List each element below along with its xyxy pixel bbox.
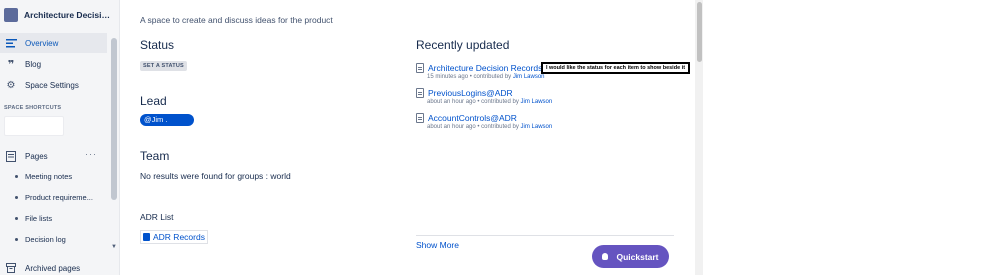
- divider: [416, 235, 674, 236]
- scroll-down-arrow-icon[interactable]: ▼: [111, 244, 117, 250]
- sidebar-item-overview[interactable]: Overview: [0, 33, 107, 53]
- recent-item-meta: about an hour ago • contributed by Jim L…: [427, 124, 696, 130]
- space-shortcuts-label: SPACE SHORTCUTS: [4, 105, 62, 111]
- user-mention[interactable]: @Jim .: [140, 114, 194, 126]
- pages-icon: [5, 150, 17, 162]
- recent-item-link[interactable]: AccountControls@ADR: [416, 113, 696, 123]
- show-more-link[interactable]: Show More: [416, 240, 459, 250]
- archive-icon: [5, 262, 17, 274]
- sidebar-scrollbar-thumb[interactable]: [111, 38, 117, 200]
- adr-records-label: ADR Records: [153, 232, 205, 242]
- recent-item: PreviousLogins@ADR about an hour ago • c…: [416, 88, 696, 105]
- page-icon: [416, 113, 424, 123]
- recent-item-title: Architecture Decision Records: [428, 63, 543, 73]
- lightbulb-icon: [602, 253, 609, 260]
- sidebar-item-pages[interactable]: Pages ···: [0, 147, 107, 165]
- more-options-icon[interactable]: ···: [85, 149, 97, 159]
- quickstart-button[interactable]: Quickstart: [592, 245, 669, 268]
- recent-item-time: about an hour ago • contributed by: [427, 124, 521, 130]
- contributor-link[interactable]: Jim Lawson: [521, 124, 553, 130]
- recently-updated-heading: Recently updated: [416, 38, 510, 52]
- page-tree-item[interactable]: File lists: [15, 214, 52, 223]
- page-tree-item[interactable]: Decision log: [15, 235, 66, 244]
- recent-item-time: about an hour ago • contributed by: [427, 99, 521, 105]
- bullet-icon: [15, 217, 18, 220]
- recent-item-title: PreviousLogins@ADR: [428, 88, 513, 98]
- quickstart-label: Quickstart: [616, 251, 659, 262]
- page-icon: [143, 233, 150, 241]
- page-tree-item[interactable]: Meeting notes: [15, 172, 72, 181]
- sidebar: Architecture Decision R... Overview ❞ Bl…: [0, 0, 120, 275]
- sidebar-item-label: Space Settings: [25, 80, 79, 90]
- page-tree-item[interactable]: Product requireme...: [15, 193, 93, 202]
- bullet-icon: [15, 238, 18, 241]
- sidebar-item-label: Overview: [25, 38, 59, 48]
- recent-item: AccountControls@ADR about an hour ago • …: [416, 113, 696, 130]
- set-status-badge[interactable]: SET A STATUS: [140, 61, 187, 71]
- page-tree-label: Product requireme...: [25, 193, 93, 202]
- space-description: A space to create and discuss ideas for …: [140, 15, 333, 25]
- team-text: No results were found for groups : world: [140, 171, 291, 181]
- overview-icon: [5, 37, 17, 49]
- page-icon: [416, 63, 424, 73]
- recent-item-meta: 15 minutes ago • contributed by Jim Laws…: [427, 74, 696, 80]
- page-scrollbar-thumb[interactable]: [697, 2, 702, 62]
- main-content: A space to create and discuss ideas for …: [121, 0, 695, 275]
- sidebar-item-label: Blog: [25, 59, 42, 69]
- recent-item-time: 15 minutes ago • contributed by: [427, 74, 513, 80]
- contributor-link[interactable]: Jim Lawson: [521, 99, 553, 105]
- sidebar-item-label: Pages: [25, 151, 48, 161]
- recent-item-title: AccountControls@ADR: [428, 113, 517, 123]
- space-shortcuts-area[interactable]: [4, 116, 64, 136]
- recent-item-link[interactable]: PreviousLogins@ADR: [416, 88, 696, 98]
- team-heading: Team: [140, 149, 170, 163]
- sidebar-item-blog[interactable]: ❞ Blog: [0, 54, 107, 74]
- status-heading: Status: [140, 38, 175, 52]
- recent-item-meta: about an hour ago • contributed by Jim L…: [427, 99, 696, 105]
- page-tree-label: File lists: [25, 214, 53, 223]
- bullet-icon: [15, 175, 18, 178]
- adr-list-heading: ADR List: [140, 212, 174, 222]
- page-tree-label: Decision log: [25, 235, 66, 244]
- sidebar-item-archived-pages[interactable]: Archived pages: [5, 262, 80, 274]
- gear-icon: ⚙: [6, 79, 16, 91]
- lead-heading: Lead: [140, 94, 167, 108]
- space-avatar: [4, 8, 18, 22]
- adr-records-link[interactable]: ADR Records: [140, 230, 208, 244]
- sidebar-item-space-settings[interactable]: ⚙ Space Settings: [0, 75, 107, 95]
- bullet-icon: [15, 196, 18, 199]
- sidebar-item-label: Archived pages: [25, 263, 81, 273]
- page-tree-label: Meeting notes: [25, 172, 73, 181]
- space-header[interactable]: Architecture Decision R...: [4, 8, 110, 22]
- contributor-link[interactable]: Jim Lawson: [513, 74, 545, 80]
- quote-icon: ❞: [7, 58, 15, 71]
- page-icon: [416, 88, 424, 98]
- space-title[interactable]: Architecture Decision R...: [24, 10, 110, 20]
- annotation-callout: I would like the status for each item to…: [541, 62, 690, 74]
